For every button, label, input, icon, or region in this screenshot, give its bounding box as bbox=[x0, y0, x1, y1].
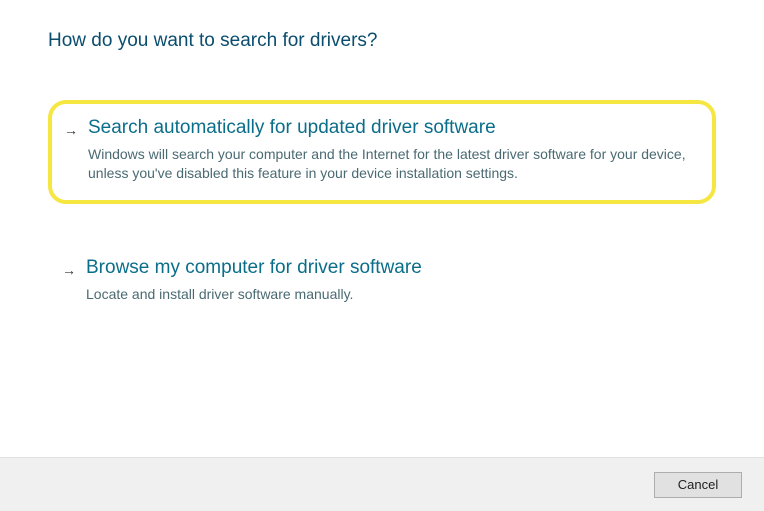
option-text: Search automatically for updated driver … bbox=[88, 116, 696, 184]
arrow-right-icon: → bbox=[64, 122, 78, 138]
option-description: Windows will search your computer and th… bbox=[88, 145, 696, 184]
option-title: Browse my computer for driver software bbox=[86, 256, 698, 281]
cancel-button[interactable]: Cancel bbox=[654, 472, 742, 498]
option-row: → Search automatically for updated drive… bbox=[64, 116, 696, 184]
option-text: Browse my computer for driver software L… bbox=[86, 256, 698, 304]
option-browse-computer[interactable]: → Browse my computer for driver software… bbox=[48, 242, 716, 322]
page-title: How do you want to search for drivers? bbox=[48, 30, 716, 52]
dialog-content: How do you want to search for drivers? →… bbox=[0, 0, 764, 322]
option-description: Locate and install driver software manua… bbox=[86, 285, 698, 305]
option-title: Search automatically for updated driver … bbox=[88, 116, 696, 141]
dialog-footer: Cancel bbox=[0, 457, 764, 511]
option-row: → Browse my computer for driver software… bbox=[62, 256, 698, 304]
option-search-automatically[interactable]: → Search automatically for updated drive… bbox=[48, 100, 716, 204]
arrow-right-icon: → bbox=[62, 262, 76, 278]
